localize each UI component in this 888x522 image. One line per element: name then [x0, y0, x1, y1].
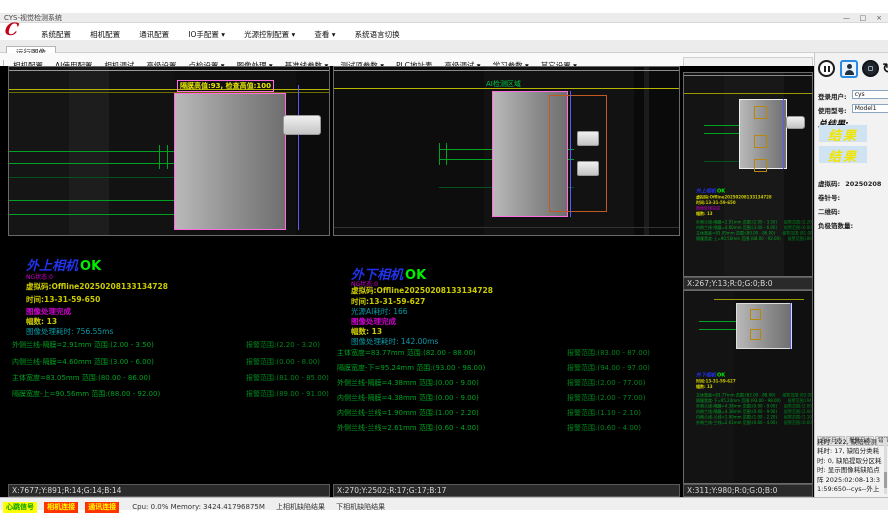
ng-preview-bottom-coords: X:311;Y:980;R:0;G:0;B:0: [683, 484, 813, 497]
user-icon: [847, 64, 852, 69]
log-scroll-thumb[interactable]: [884, 472, 887, 488]
vcode-value: 20250208: [845, 180, 881, 188]
measurement-alarm: 报警范围:(0.00 - 8.00): [246, 357, 320, 367]
camera-connect-badge: 相机连接: [44, 502, 78, 513]
menu-bar: C 系统配置 相机配置 通讯配置 IO手配置 ▾ 光源控制配置 ▾ 查看 ▾ 系…: [0, 23, 888, 40]
measurement-value: 主体宽度=83.05mm 范围:(80.00 - 86.00): [12, 373, 151, 383]
comm-connect-badge: 通讯连接: [85, 502, 119, 513]
measurement-alarm: 报警范围:(1.10 - 2.10): [567, 408, 641, 418]
bright-spot: [577, 161, 599, 176]
user-mode-button[interactable]: [840, 60, 858, 78]
heartbeat-badge: 心跳信号: [3, 502, 37, 513]
measurement-value: 隔膜宽度-下=95.24mm 范围:(93.00 - 98.00): [337, 363, 485, 373]
log-scrollbar[interactable]: [884, 438, 887, 494]
measurement-value: 内侧兰线-隔膜=4.38mm 范围:(0.00 - 9.00): [337, 393, 479, 403]
stop-button[interactable]: [862, 60, 879, 77]
title-bar: CYS-视觉检测系统 — □ ×: [0, 13, 888, 23]
time-line: 时间:13-31-59-650: [26, 294, 100, 305]
elapsed-line: 图像处理耗时: 756.55ms: [26, 326, 113, 337]
bright-spot: [577, 131, 599, 146]
result-box-upper: 结果: [819, 125, 867, 142]
ng-preview-bottom[interactable]: 外下相机OK 时间:13-31-59-627 幅数: 13 主体宽度=83.77…: [683, 290, 813, 484]
ai-region-label: AI检测区域: [486, 79, 521, 89]
measurement-value: 外侧兰线-隔膜=4.38mm 范围:(0.00 - 9.00): [337, 378, 479, 388]
measurement-alarm: 报警范围:(2.00 - 77.00): [567, 378, 645, 388]
mini-results-bottom: 外下相机OK 时间:13-31-59-627 幅数: 13 主体宽度=83.77…: [696, 369, 813, 426]
pause-icon: [824, 66, 826, 72]
measurement-value: 隔膜宽度-上=90.56mm 范围:(88.00 - 92.00): [12, 389, 160, 399]
measurement-alarm: 报警范围:(94.00 - 97.00): [567, 363, 650, 373]
measurement-value: 内侧兰线-隔膜=4.60mm 范围:(3.00 - 6.00): [12, 357, 154, 367]
cpu-memory-text: Cpu: 0.0% Memory: 3424.41796875M: [132, 501, 265, 513]
close-button[interactable]: ×: [872, 13, 886, 23]
status-bar: 心跳信号 相机连接 通讯连接 Cpu: 0.0% Memory: 3424.41…: [0, 497, 888, 510]
connector-blob: [283, 115, 321, 135]
elapsed-line: 图像处理耗时: 142.00ms: [351, 336, 438, 347]
lower-camera-coords: X:270;Y:2502;R:17;G:17;B:17: [333, 484, 680, 497]
ng-preview-top[interactable]: 外上相机OK 虚拟码:Offline20250208133134728 时间:1…: [683, 72, 813, 277]
tab-row: 运行图像: [0, 40, 888, 53]
upper-camera-image[interactable]: 隔膜高值:93, 检查高值:100: [8, 66, 330, 236]
refresh-button[interactable]: ↻: [879, 60, 888, 78]
barcode-line: 虚拟码:Offline20250208133134728: [26, 281, 168, 292]
mini-results-top: 外上相机OK 虚拟码:Offline20250208133134728 时间:1…: [696, 185, 813, 242]
lower-camera-image[interactable]: AI检测区域: [333, 66, 680, 236]
control-sidebar: ↻ 登录用户: cys 使用型号: Model1 总结果: 结果 结果 虚拟码:…: [814, 53, 888, 497]
minimize-button[interactable]: —: [840, 13, 854, 23]
window-controls: — □ ×: [840, 13, 886, 23]
ng-preview-top-coords: X:267;Y:13;R:0;G:0;B:0: [683, 277, 813, 290]
barcode-line: 虚拟码:Offline20250208133134728: [351, 285, 493, 296]
model-input[interactable]: Model1: [852, 104, 888, 113]
measurement-value: 外侧兰线-隔膜=2.91mm 范围:(2.00 - 3.50): [12, 340, 154, 350]
cell-region-mini: [736, 303, 792, 349]
refresh-icon: ↻: [882, 61, 888, 77]
measurement-value: 内侧兰线-兰线=1.90mm 范围:(1.00 - 2.20): [337, 408, 479, 418]
app-logo-icon: C: [4, 20, 20, 40]
lower-defect-result: 下相机缺陷结果: [336, 501, 385, 513]
main-area: 隔膜高值:93, 检查高值:100 外上相机OK NG状态:0 虚拟码:Offl…: [0, 66, 888, 497]
measurement-alarm: 报警范围:(83.00 - 87.00): [567, 348, 650, 358]
measurement-alarm: 报警范围:(2.20 - 3.20): [246, 340, 320, 350]
measurement-value: 主体宽度=83.77mm 范围:(82.00 - 88.00): [337, 348, 476, 358]
lower-camera-results: 外下相机OK NG状态:0 虚拟码:Offline202502081331347…: [333, 236, 680, 484]
camera-status: OK: [80, 259, 101, 274]
ng-info: NG状态:0: [26, 272, 53, 281]
pause-button[interactable]: [818, 60, 835, 77]
app-window: CYS-视觉检测系统 — □ × C 系统配置 相机配置 通讯配置 IO手配置 …: [0, 0, 888, 522]
stop-icon: [868, 66, 873, 71]
result-box-lower: 结果: [819, 146, 867, 163]
measurement-alarm: 报警范围:(0.60 - 4.00): [567, 423, 641, 433]
measurement-value: 外侧兰线-兰线=2.61mm 范围:(0.60 - 4.00): [337, 423, 479, 433]
ai-detect-rect: [549, 95, 607, 212]
measurement-alarm: 报警范围:(81.00 - 85.00): [246, 373, 329, 383]
height-overlay-text: 隔膜高值:93, 检查高值:100: [177, 80, 274, 92]
log-text: 耗时: 222, 缺陷检测耗时: 17, 缺陷分类耗时: 0, 缺陷提取分区耗时…: [817, 438, 883, 494]
upper-defect-result: 上相机缺陷结果: [276, 501, 325, 513]
cell-region-left: [174, 93, 286, 230]
measurement-alarm: 报警范围:(89.00 - 91.00): [246, 389, 329, 399]
upper-camera-results: 外上相机OK NG状态:0 虚拟码:Offline202502081331347…: [8, 236, 330, 484]
camera-status: OK: [405, 268, 426, 283]
upper-camera-coords: X:7677;Y:891;R:14;G:14;B:14: [8, 484, 330, 497]
measurement-alarm: 报警范围:(2.00 - 77.00): [567, 393, 645, 403]
maximize-button[interactable]: □: [856, 13, 870, 23]
foil-count-label: 负极箔数量:: [818, 222, 853, 230]
